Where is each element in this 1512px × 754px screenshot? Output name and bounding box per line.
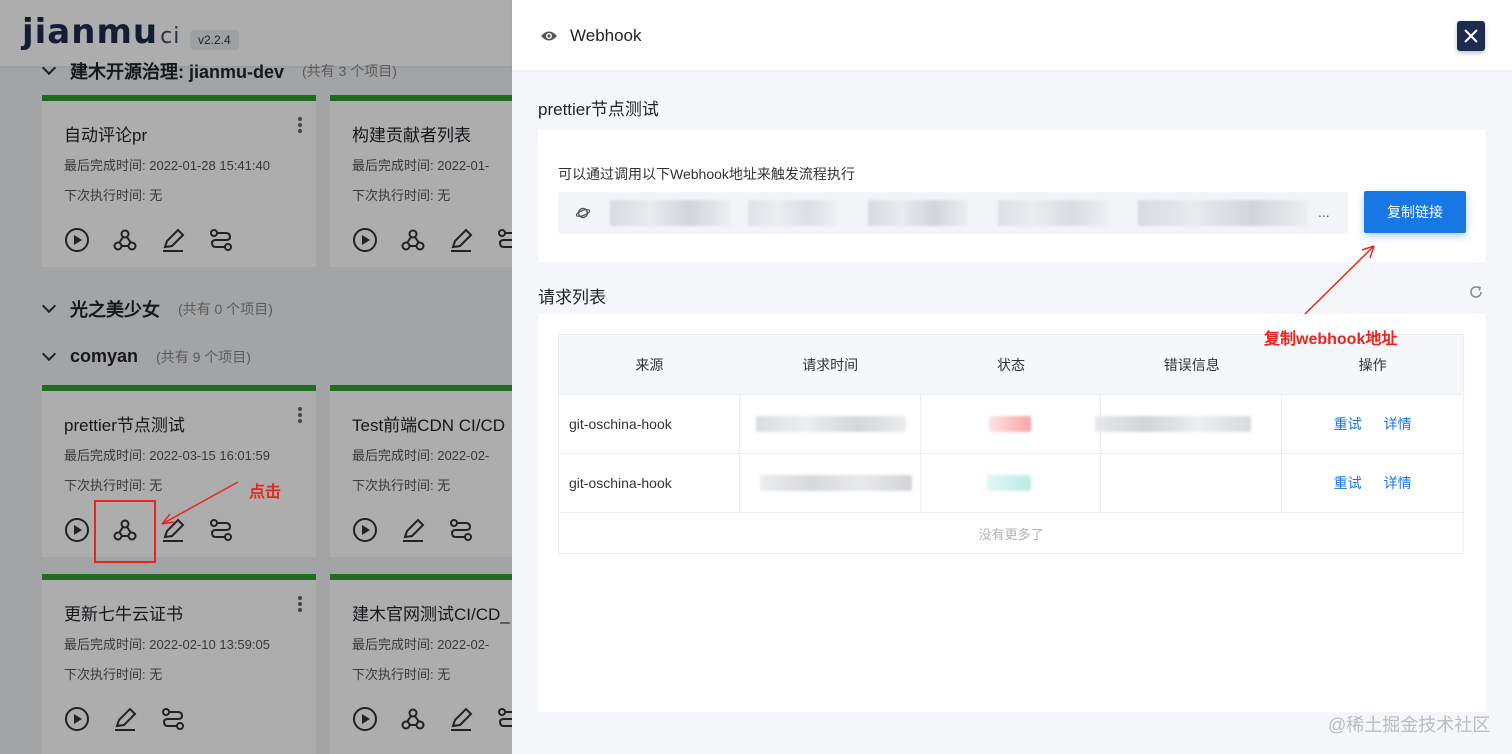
url-ellipsis: ... <box>1318 204 1330 220</box>
table-row: git-oschina-hook 重试 详情 <box>559 395 1463 454</box>
request-table: 来源 请求时间 状态 错误信息 操作 git-oschina-hook 重试 详… <box>558 334 1464 554</box>
redacted-url-segment <box>610 200 730 226</box>
project-name-heading: prettier节点测试 <box>538 100 659 119</box>
copy-link-button[interactable]: 复制链接 <box>1364 191 1466 233</box>
annotation-arrow-click <box>161 481 239 525</box>
request-list-card: 来源 请求时间 状态 错误信息 操作 git-oschina-hook 重试 详… <box>538 314 1486 712</box>
detail-link[interactable]: 详情 <box>1384 473 1412 493</box>
column-header-time: 请求时间 <box>802 356 859 373</box>
row-error-empty <box>1101 454 1283 512</box>
column-header-status: 状态 <box>996 356 1025 373</box>
retry-link[interactable]: 重试 <box>1334 414 1362 434</box>
planet-icon <box>576 207 590 219</box>
eye-icon <box>541 31 557 41</box>
row-source: git-oschina-hook <box>559 395 740 453</box>
redacted-url-segment <box>748 200 838 226</box>
close-icon <box>1464 29 1478 43</box>
table-row: git-oschina-hook 重试 详情 <box>559 454 1463 513</box>
webhook-url-hint: 可以通过调用以下Webhook地址来触发流程执行 <box>558 166 855 182</box>
drawer-title: Webhook <box>570 26 642 45</box>
refresh-icon[interactable] <box>1468 284 1484 300</box>
row-error-redacted <box>1095 395 1283 453</box>
column-header-error: 错误信息 <box>1163 356 1220 373</box>
row-status-redacted <box>921 454 1102 512</box>
watermark: @稀土掘金技术社区 <box>1328 715 1491 735</box>
drawer-header: Webhook <box>512 0 1512 70</box>
modal-backdrop[interactable] <box>0 0 512 754</box>
row-source: git-oschina-hook <box>559 454 740 512</box>
annotation-copy-label: 复制webhook地址 <box>1264 331 1398 348</box>
row-status-redacted <box>921 395 1102 453</box>
row-actions: 重试 详情 <box>1282 395 1463 453</box>
webhook-drawer: Webhook prettier节点测试 可以通过调用以下Webhook地址来触… <box>512 0 1512 754</box>
row-time-redacted <box>740 395 921 453</box>
close-button[interactable] <box>1457 21 1485 51</box>
webhook-url-field[interactable]: ... <box>558 192 1348 234</box>
column-header-source: 来源 <box>635 356 664 373</box>
request-list-title: 请求列表 <box>538 288 606 307</box>
annotation-click-label: 点击 <box>249 484 282 501</box>
retry-link[interactable]: 重试 <box>1334 473 1362 493</box>
annotation-highlight-box <box>94 500 156 563</box>
detail-link[interactable]: 详情 <box>1384 414 1412 434</box>
row-actions: 重试 详情 <box>1282 454 1463 512</box>
redacted-url-segment <box>1138 200 1308 226</box>
redacted-url-segment <box>998 200 1108 226</box>
row-time-redacted <box>740 454 921 512</box>
no-more-text: 没有更多了 <box>978 526 1044 542</box>
webhook-url-card: 可以通过调用以下Webhook地址来触发流程执行 ... 复制链接 <box>538 130 1486 262</box>
redacted-url-segment <box>868 200 968 226</box>
